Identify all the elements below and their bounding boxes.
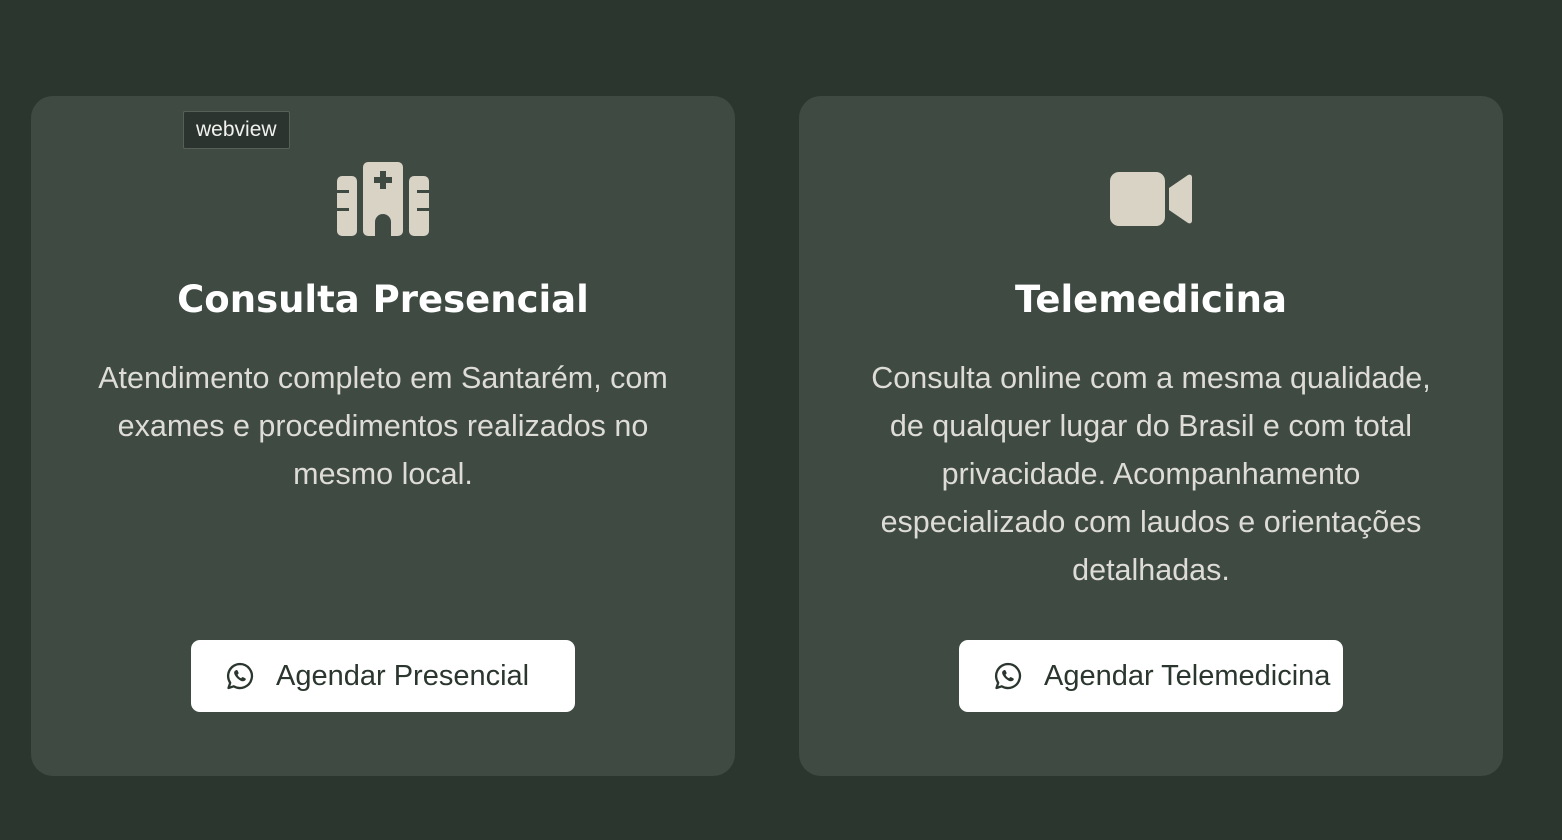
whatsapp-icon: [993, 661, 1023, 691]
agendar-presencial-button[interactable]: Agendar Presencial: [191, 640, 575, 712]
card-title: Telemedicina: [1015, 278, 1287, 321]
agendar-presencial-label: Agendar Presencial: [276, 659, 530, 692]
card-telemedicina: Telemedicina Consulta online com a mesma…: [799, 96, 1503, 776]
tooltip: webview: [183, 111, 290, 149]
hospital-icon: [337, 162, 429, 241]
card-description: Atendimento completo em Santarém, com ex…: [98, 361, 668, 491]
video-camera-icon: [1110, 171, 1192, 232]
agendar-telemedicina-label: Agendar Telemedicina: [1044, 659, 1331, 692]
agendar-telemedicina-button[interactable]: Agendar Telemedicina: [959, 640, 1343, 712]
tooltip-label: webview: [196, 118, 277, 141]
card-consulta-presencial: Consulta Presencial Atendimento completo…: [31, 96, 735, 776]
card-title: Consulta Presencial: [177, 278, 589, 321]
whatsapp-icon: [225, 661, 255, 691]
card-description: Consulta online com a mesma qualidade, d…: [871, 361, 1431, 587]
